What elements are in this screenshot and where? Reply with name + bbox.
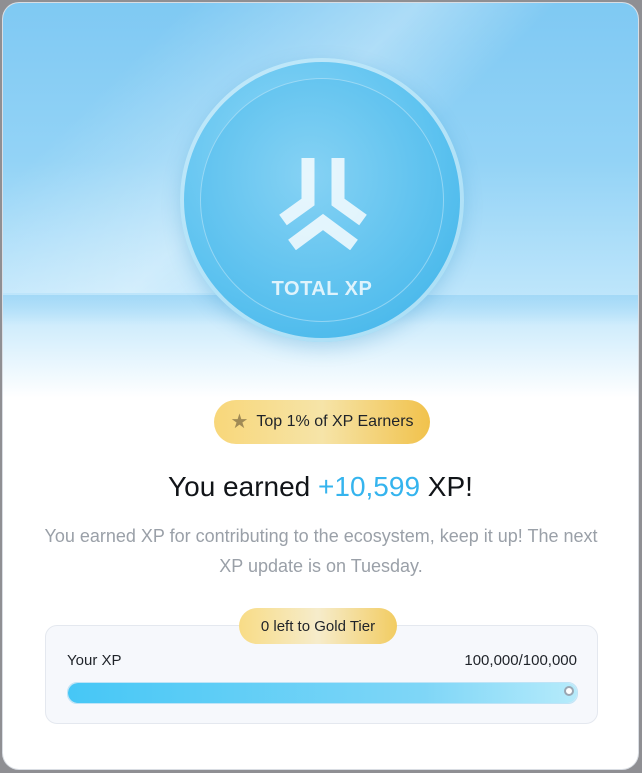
xp-value: 100,000/100,000 bbox=[464, 652, 577, 669]
xp-progress-bar bbox=[67, 682, 578, 704]
headline-suffix: XP! bbox=[420, 471, 473, 502]
coin-label: TOTAL XP bbox=[271, 278, 373, 300]
headline-prefix: You earned bbox=[168, 471, 319, 502]
xp-progress-fill bbox=[68, 683, 577, 703]
badge-text: Top 1% of XP Earners bbox=[256, 413, 414, 430]
progress-knob-icon bbox=[564, 686, 574, 696]
xp-amount: +10,599 bbox=[318, 471, 421, 502]
description-text: You earned XP for contributing to the ec… bbox=[44, 526, 598, 576]
xp-logo-icon bbox=[279, 158, 367, 250]
xp-summary-card: TOTAL XP ★ Top 1% of XP Earners You earn… bbox=[3, 3, 638, 769]
your-xp-label: Your XP bbox=[67, 652, 122, 669]
gold-tier-pill: 0 left to Gold Tier bbox=[239, 608, 397, 644]
top-earners-badge: ★ Top 1% of XP Earners bbox=[214, 400, 430, 444]
star-icon: ★ bbox=[230, 411, 249, 433]
total-xp-coin: TOTAL XP bbox=[180, 58, 464, 342]
earned-headline: You earned +10,599 XP! bbox=[3, 471, 638, 503]
